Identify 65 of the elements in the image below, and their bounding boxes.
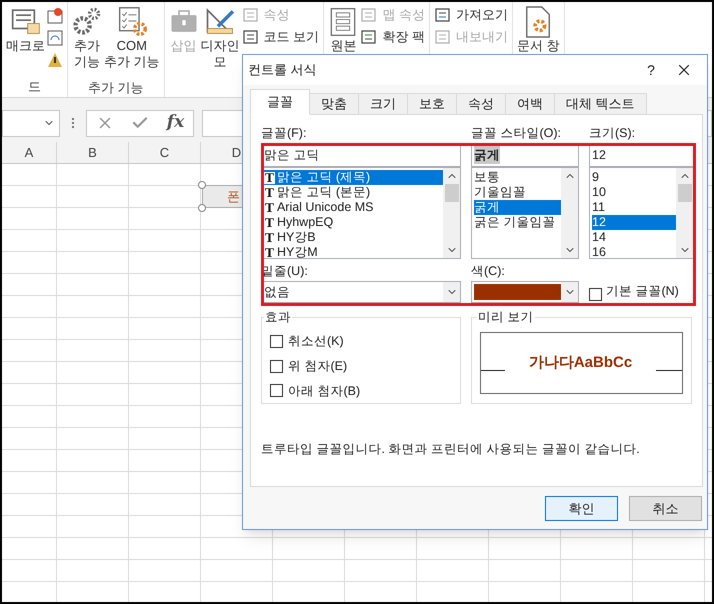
list-box[interactable]: T 맑은 고딕 (제목) T 맑은 고딕 (본문) T Arial Unicode MS T HyhwpEQ T HY강B T HY강M bbox=[261, 167, 461, 259]
truetype-mark: T bbox=[264, 186, 275, 198]
dialog-title: 컨트롤 서식 bbox=[248, 61, 318, 80]
field-label: 크기(S): bbox=[589, 125, 636, 141]
ribbon-button[interactable]: 원본 bbox=[328, 4, 358, 69]
field-label: 밑줄(U): bbox=[261, 263, 309, 279]
ribbon-button[interactable]: 매크로 bbox=[6, 4, 45, 69]
list-item[interactable]: T 맑은 고딕 (본문) bbox=[264, 185, 443, 200]
checkbox-label[interactable]: 기본 글꼴(N) bbox=[606, 282, 679, 301]
list-item[interactable]: 보통 bbox=[474, 170, 561, 185]
tab[interactable]: 크기 bbox=[359, 93, 408, 115]
list-item[interactable]: 굵은 기울임꼴 bbox=[474, 215, 561, 230]
ribbon-small-button[interactable]: 코드 보기 bbox=[242, 28, 320, 46]
ribbon-button[interactable]: 추가 기능 bbox=[72, 4, 102, 70]
help-button[interactable]: ? bbox=[636, 60, 666, 80]
list-item[interactable]: T HY강M bbox=[264, 245, 443, 258]
list-item[interactable]: T HyhwpEQ bbox=[264, 215, 443, 230]
preview-text: 가나다AaBbCc bbox=[528, 352, 634, 373]
group-label: 추가 기능 bbox=[88, 80, 144, 95]
truetype-mark: T bbox=[264, 172, 275, 184]
ribbon-button[interactable]: 문서 창 bbox=[516, 4, 560, 69]
dialog-button[interactable]: 취소 bbox=[629, 496, 702, 521]
field-label: 글꼴(F): bbox=[261, 125, 308, 141]
list-item[interactable]: T HY강B bbox=[264, 230, 443, 245]
ribbon-small-button[interactable]: 가져오기 bbox=[434, 6, 508, 24]
insert-function-button[interactable]: fx bbox=[166, 110, 184, 136]
truetype-mark: T bbox=[264, 246, 275, 258]
column-header[interactable]: B bbox=[57, 142, 129, 163]
tab[interactable]: 보호 bbox=[408, 93, 457, 115]
list-item[interactable]: 14 bbox=[592, 230, 676, 245]
list-item[interactable]: 11 bbox=[592, 200, 676, 215]
column-header[interactable]: A bbox=[2, 142, 57, 163]
list-item[interactable]: 9 bbox=[592, 170, 676, 185]
list-item[interactable]: 기울임꼴 bbox=[474, 185, 561, 200]
tab[interactable]: 여백 bbox=[506, 93, 555, 115]
checkbox-label[interactable]: 취소선(K) bbox=[288, 332, 344, 351]
list-box[interactable]: 보통 기울임꼴 굵게 굵은 기울임꼴 bbox=[471, 167, 579, 259]
list-item[interactable]: 12 bbox=[592, 215, 676, 230]
group-title: 미리 보기 bbox=[477, 309, 535, 325]
info-text: 트루타입 글꼴입니다. 화면과 프린터에 사용되는 글꼴이 같습니다. bbox=[261, 441, 641, 458]
truetype-mark: T bbox=[264, 216, 275, 228]
field-label: 글꼴 스타일(O): bbox=[471, 125, 562, 141]
checkbox-label[interactable]: 아래 첨자(B) bbox=[288, 382, 360, 400]
ribbon-button[interactable]: COM 추가 기능 bbox=[104, 4, 160, 70]
ribbon-small-button[interactable]: 확장 팩 bbox=[360, 28, 425, 46]
list-box[interactable]: 9 10 11 12 14 16 bbox=[589, 167, 694, 259]
truetype-mark: T bbox=[264, 202, 275, 214]
group-label: 드 bbox=[28, 79, 41, 94]
list-item[interactable]: 10 bbox=[592, 185, 676, 200]
list-item[interactable]: 16 bbox=[592, 245, 676, 258]
checkbox-label[interactable]: 위 첨자(E) bbox=[288, 356, 348, 376]
column-header[interactable]: C bbox=[129, 142, 201, 163]
list-item[interactable]: T 맑은 고딕 (제목) bbox=[264, 170, 443, 185]
list-item[interactable]: 굵게 bbox=[474, 200, 561, 215]
tab[interactable]: 속성 bbox=[457, 93, 506, 115]
group-title: 효과 bbox=[264, 309, 292, 325]
list-item[interactable]: T Arial Unicode MS bbox=[264, 200, 443, 215]
field-label: 색(C): bbox=[471, 263, 506, 279]
tab[interactable]: 글꼴 bbox=[250, 89, 310, 115]
dialog-button[interactable]: 확인 bbox=[545, 496, 618, 521]
ribbon-button[interactable]: 디자인 모 bbox=[200, 4, 240, 70]
underline-dropdown[interactable]: 없음 bbox=[261, 281, 461, 303]
truetype-mark: T bbox=[264, 232, 275, 244]
tab[interactable]: 대체 텍스트 bbox=[555, 93, 647, 115]
tab[interactable]: 맞춤 bbox=[310, 93, 359, 115]
